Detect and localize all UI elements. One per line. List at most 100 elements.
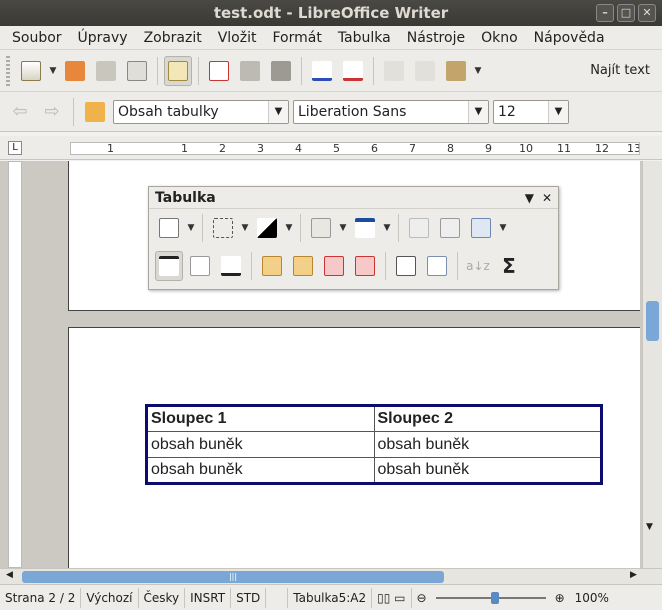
zoom-out-icon[interactable]: ⊖ [412,588,432,608]
number-format-button[interactable] [423,251,451,281]
menu-napoveda[interactable]: Nápověda [526,30,613,46]
tab-stop-selector[interactable]: L [8,141,22,155]
table-header-cell[interactable]: Sloupec 1 [146,405,375,432]
align-dropdown-arrow[interactable]: ▼ [382,223,392,233]
menu-nastroje[interactable]: Nástroje [399,30,473,46]
select-table-button[interactable] [392,251,420,281]
ruler-number: 5 [333,142,340,155]
toolbar-menu-icon[interactable]: ▼ [525,191,534,205]
table-toolbar-header[interactable]: Tabulka ▼ ✕ [149,187,558,209]
bg-color-dropdown-arrow[interactable]: ▼ [284,223,294,233]
forward-button[interactable]: ⇨ [38,97,66,127]
scroll-right-arrow[interactable]: ▶ [630,570,637,580]
vertical-ruler[interactable] [8,161,22,568]
close-window-button[interactable]: ✕ [638,4,656,22]
zoom-in-icon[interactable]: ⊕ [550,588,570,608]
copy-button[interactable] [411,56,439,86]
vertical-scrollbar[interactable]: ▼ [642,161,662,568]
zoom-knob[interactable] [490,591,499,604]
cut-button[interactable] [380,56,408,86]
borders-button[interactable] [209,213,237,243]
align-bottom-button[interactable] [217,251,245,281]
back-button[interactable]: ⇦ [6,97,34,127]
edit-file-icon [168,60,188,81]
email-button[interactable] [123,56,151,86]
align-center-vertical-button[interactable] [186,251,214,281]
merge-dropdown-arrow[interactable]: ▼ [338,223,348,233]
toolbar-grip[interactable] [6,55,10,86]
table-cell[interactable]: obsah buněk [373,431,602,458]
autoformat-dropdown-arrow[interactable]: ▼ [498,223,508,233]
paste-dropdown-arrow[interactable]: ▼ [473,66,483,76]
chevron-down-icon[interactable]: ▼ [548,100,568,123]
zoom-percent[interactable]: 100% [570,588,614,608]
export-pdf-button[interactable] [205,56,233,86]
minimize-button[interactable]: – [596,4,614,22]
autospellcheck-button[interactable] [339,56,367,86]
autoformat-button[interactable] [467,213,495,243]
borders-dropdown-arrow[interactable]: ▼ [240,223,250,233]
insert-table-button[interactable] [155,213,183,243]
autoformat-icon [471,218,491,238]
sort-button[interactable]: a↓z [464,251,492,281]
vertical-scroll-thumb[interactable] [646,301,659,341]
table-header-cell[interactable]: Sloupec 2 [373,405,602,432]
chevron-down-icon[interactable]: ▼ [468,100,488,123]
scroll-down-arrow[interactable]: ▼ [646,522,653,532]
find-text-button[interactable]: Najít text [584,63,656,78]
table-cell[interactable]: obsah buněk [146,431,375,458]
menu-zobrazit[interactable]: Zobrazit [136,30,210,46]
zoom-slider[interactable] [435,588,546,608]
print-button[interactable] [236,56,264,86]
menu-soubor[interactable]: Soubor [4,30,70,46]
save-button[interactable] [92,56,120,86]
ruler-scale[interactable]: 1 1 2 3 4 5 6 7 8 9 10 11 12 13 [70,142,640,155]
sum-button[interactable]: Σ [495,251,523,281]
paste-button[interactable] [442,56,470,86]
menu-vlozit[interactable]: Vložit [210,30,265,46]
status-page[interactable]: Strana 2 / 2 [0,587,82,608]
horizontal-scroll-thumb[interactable]: ||| [22,571,444,583]
chevron-down-icon[interactable]: ▼ [268,100,288,123]
open-button[interactable] [61,56,89,86]
edit-mode-button[interactable] [164,55,192,86]
status-selection-mode[interactable]: STD [231,587,267,608]
horizontal-scrollbar[interactable]: ◀ ||| ▶ [0,568,662,584]
print-preview-button[interactable] [267,56,295,86]
table-cell[interactable]: obsah buněk [373,457,602,484]
align-top-button[interactable] [155,251,183,281]
menu-okno[interactable]: Okno [473,30,526,46]
view-layout-buttons[interactable]: ▯▯ ▭ [372,587,412,608]
font-size-select[interactable]: 12 ▼ [493,99,569,124]
document-table[interactable]: Sloupec 1 Sloupec 2 obsah buněk obsah bu… [145,404,603,485]
page-2[interactable]: Sloupec 1 Sloupec 2 obsah buněk obsah bu… [68,327,640,568]
table-cell[interactable]: obsah buněk [146,457,375,484]
spellcheck-button[interactable] [308,56,336,86]
close-icon[interactable]: ✕ [542,191,552,205]
menu-upravy[interactable]: Úpravy [70,30,136,46]
insert-column-button[interactable] [289,251,317,281]
menu-tabulka[interactable]: Tabulka [330,30,399,46]
new-dropdown-arrow[interactable]: ▼ [48,66,58,76]
menu-format[interactable]: Formát [264,30,329,46]
styles-button[interactable] [81,97,109,127]
status-insert-mode[interactable]: INSRT [185,587,232,608]
separator [300,214,301,242]
split-cells-button[interactable] [405,213,433,243]
scroll-left-arrow[interactable]: ◀ [6,570,13,580]
ruler-number: 11 [557,142,571,155]
insert-row-button[interactable] [258,251,286,281]
delete-row-button[interactable] [320,251,348,281]
new-document-button[interactable] [17,56,45,86]
table-dropdown-arrow[interactable]: ▼ [186,223,196,233]
merge-cells-button[interactable] [307,213,335,243]
status-page-style[interactable]: Výchozí [81,587,139,608]
background-color-button[interactable] [253,213,281,243]
align-button[interactable] [351,213,379,243]
paragraph-style-select[interactable]: Obsah tabulky ▼ [113,99,289,124]
font-name-select[interactable]: Liberation Sans ▼ [293,99,489,124]
maximize-button[interactable]: □ [617,4,635,22]
delete-column-button[interactable] [351,251,379,281]
status-language[interactable]: Česky [139,587,186,608]
table-properties-button[interactable] [436,213,464,243]
